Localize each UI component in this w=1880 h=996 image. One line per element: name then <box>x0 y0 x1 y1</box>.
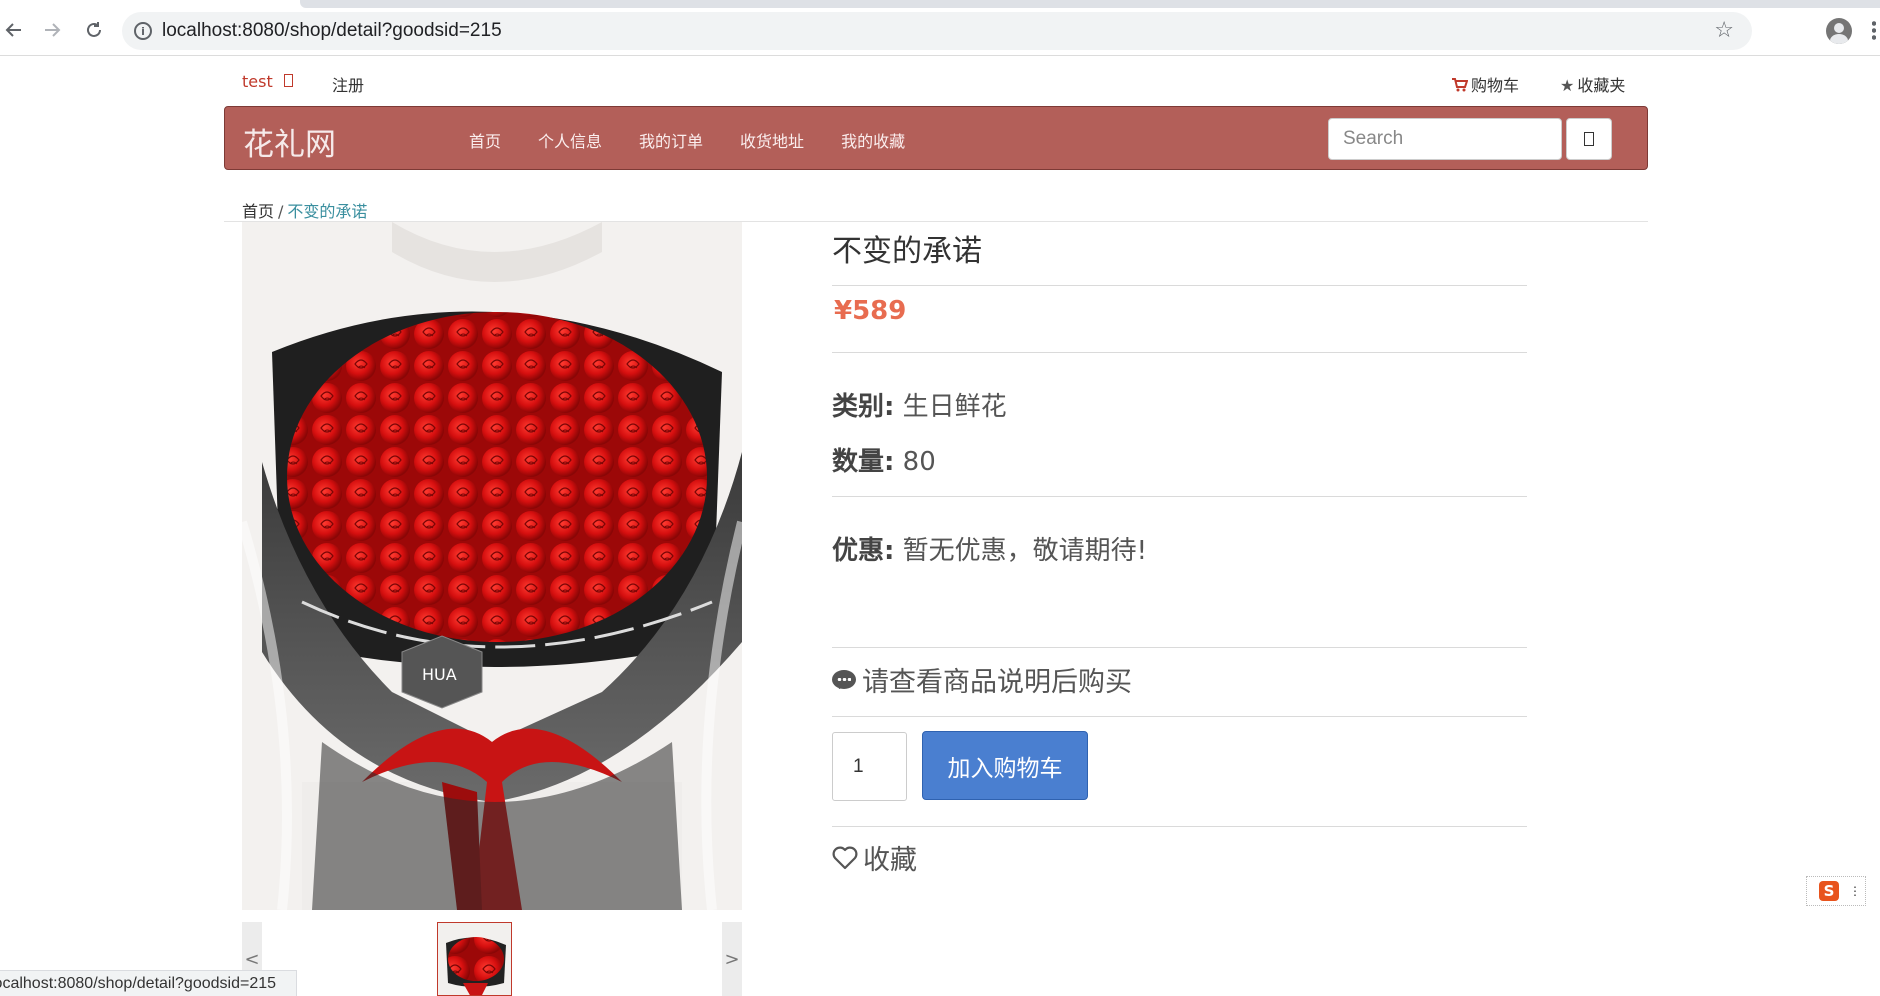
notice-text: 请查看商品说明后购买 <box>862 667 1132 698</box>
nav-item-profile[interactable]: 个人信息 <box>538 128 602 152</box>
divider <box>832 716 1527 717</box>
divider <box>832 285 1527 286</box>
comment-icon <box>832 670 856 689</box>
register-link[interactable]: 注册 <box>332 72 364 96</box>
search-button[interactable] <box>1566 118 1612 160</box>
stock-field: 数量: 80 <box>832 441 936 478</box>
info-icon[interactable]: i <box>134 22 152 40</box>
product-image[interactable]: HUA <box>242 222 742 910</box>
nav-menu: 首页 个人信息 我的订单 收货地址 我的收藏 <box>469 128 942 152</box>
thumb-next-button[interactable]: > <box>722 922 742 996</box>
ime-widget[interactable]: S ⋮ <box>1806 876 1866 906</box>
browser-toolbar: i localhost:8080/shop/detail?goodsid=215… <box>0 0 1880 56</box>
category-field: 类别: 生日鲜花 <box>832 386 1007 423</box>
add-to-cart-button[interactable]: 加入购物车 <box>922 731 1088 800</box>
nav-item-address[interactable]: 收货地址 <box>740 128 804 152</box>
status-bar: localhost:8080/shop/detail?goodsid=215 <box>0 970 297 996</box>
brand-logo[interactable]: 花礼网 <box>243 119 336 164</box>
arrow-left-icon <box>5 23 21 37</box>
address-bar[interactable]: i localhost:8080/shop/detail?goodsid=215… <box>122 12 1752 50</box>
logout-icon[interactable] <box>284 74 293 87</box>
profile-avatar-icon[interactable] <box>1826 18 1852 44</box>
user-link[interactable]: test <box>242 72 273 91</box>
product-title: 不变的承诺 <box>832 234 982 269</box>
star-icon: ★ <box>1560 76 1575 95</box>
main-navbar: 花礼网 首页 个人信息 我的订单 收货地址 我的收藏 <box>224 106 1648 170</box>
divider <box>832 826 1527 827</box>
quantity-label: 数量: <box>832 447 895 477</box>
favorite-label: 收藏 <box>863 845 917 876</box>
url-text[interactable]: localhost:8080/shop/detail?goodsid=215 <box>162 20 502 42</box>
quantity-input[interactable] <box>832 732 907 801</box>
nav-item-home[interactable]: 首页 <box>469 128 501 152</box>
heart-icon <box>832 846 858 869</box>
thumbnail-item[interactable] <box>437 922 512 996</box>
thumbnail-image <box>438 923 511 995</box>
discount-value: 暂无优惠，敬请期待! <box>902 536 1148 566</box>
tab-strip <box>300 0 1880 8</box>
search-input[interactable] <box>1328 118 1562 160</box>
divider <box>832 496 1527 497</box>
favorites-link[interactable]: ★ 收藏夹 <box>1560 72 1625 96</box>
cart-link-label: 购物车 <box>1471 76 1520 95</box>
ime-menu-icon[interactable]: ⋮ <box>1849 884 1861 898</box>
back-button[interactable] <box>0 16 28 44</box>
bouquet-image: HUA <box>242 222 742 910</box>
purchase-notice: 请查看商品说明后购买 <box>832 660 1132 699</box>
arrow-right-icon <box>45 23 61 37</box>
cart-link[interactable]: 购物车 <box>1452 72 1519 96</box>
favorite-button[interactable]: 收藏 <box>832 838 917 877</box>
reload-button[interactable] <box>80 16 108 44</box>
breadcrumb-current[interactable]: 不变的承诺 <box>287 202 367 221</box>
top-links-bar: test 注册 购物车 ★ 收藏夹 <box>242 68 1632 98</box>
category-value: 生日鲜花 <box>902 392 1007 422</box>
discount-field: 优惠: 暂无优惠，敬请期待! <box>832 530 1147 567</box>
ime-logo-icon: S <box>1819 881 1839 901</box>
thumbnail-strip: < > <box>242 922 742 996</box>
divider <box>832 647 1527 648</box>
svg-text:HUA: HUA <box>422 665 457 684</box>
breadcrumb-home[interactable]: 首页 <box>242 202 274 221</box>
shopping-cart-icon <box>1452 78 1469 92</box>
nav-item-orders[interactable]: 我的订单 <box>639 128 703 152</box>
nav-item-favorites[interactable]: 我的收藏 <box>841 128 905 152</box>
breadcrumb-separator: / <box>278 202 284 221</box>
favorites-link-label: 收藏夹 <box>1577 76 1626 95</box>
product-price: ¥589 <box>834 296 907 326</box>
search-icon <box>1584 132 1594 146</box>
discount-label: 优惠: <box>832 536 895 566</box>
reload-icon <box>87 22 101 37</box>
browser-menu-icon[interactable] <box>1872 20 1876 40</box>
breadcrumb: 首页 / 不变的承诺 <box>242 198 367 222</box>
bookmark-star-icon[interactable]: ☆ <box>1714 18 1734 43</box>
forward-button[interactable] <box>38 16 66 44</box>
quantity-value: 80 <box>902 447 936 477</box>
category-label: 类别: <box>832 392 895 422</box>
divider <box>832 352 1527 353</box>
